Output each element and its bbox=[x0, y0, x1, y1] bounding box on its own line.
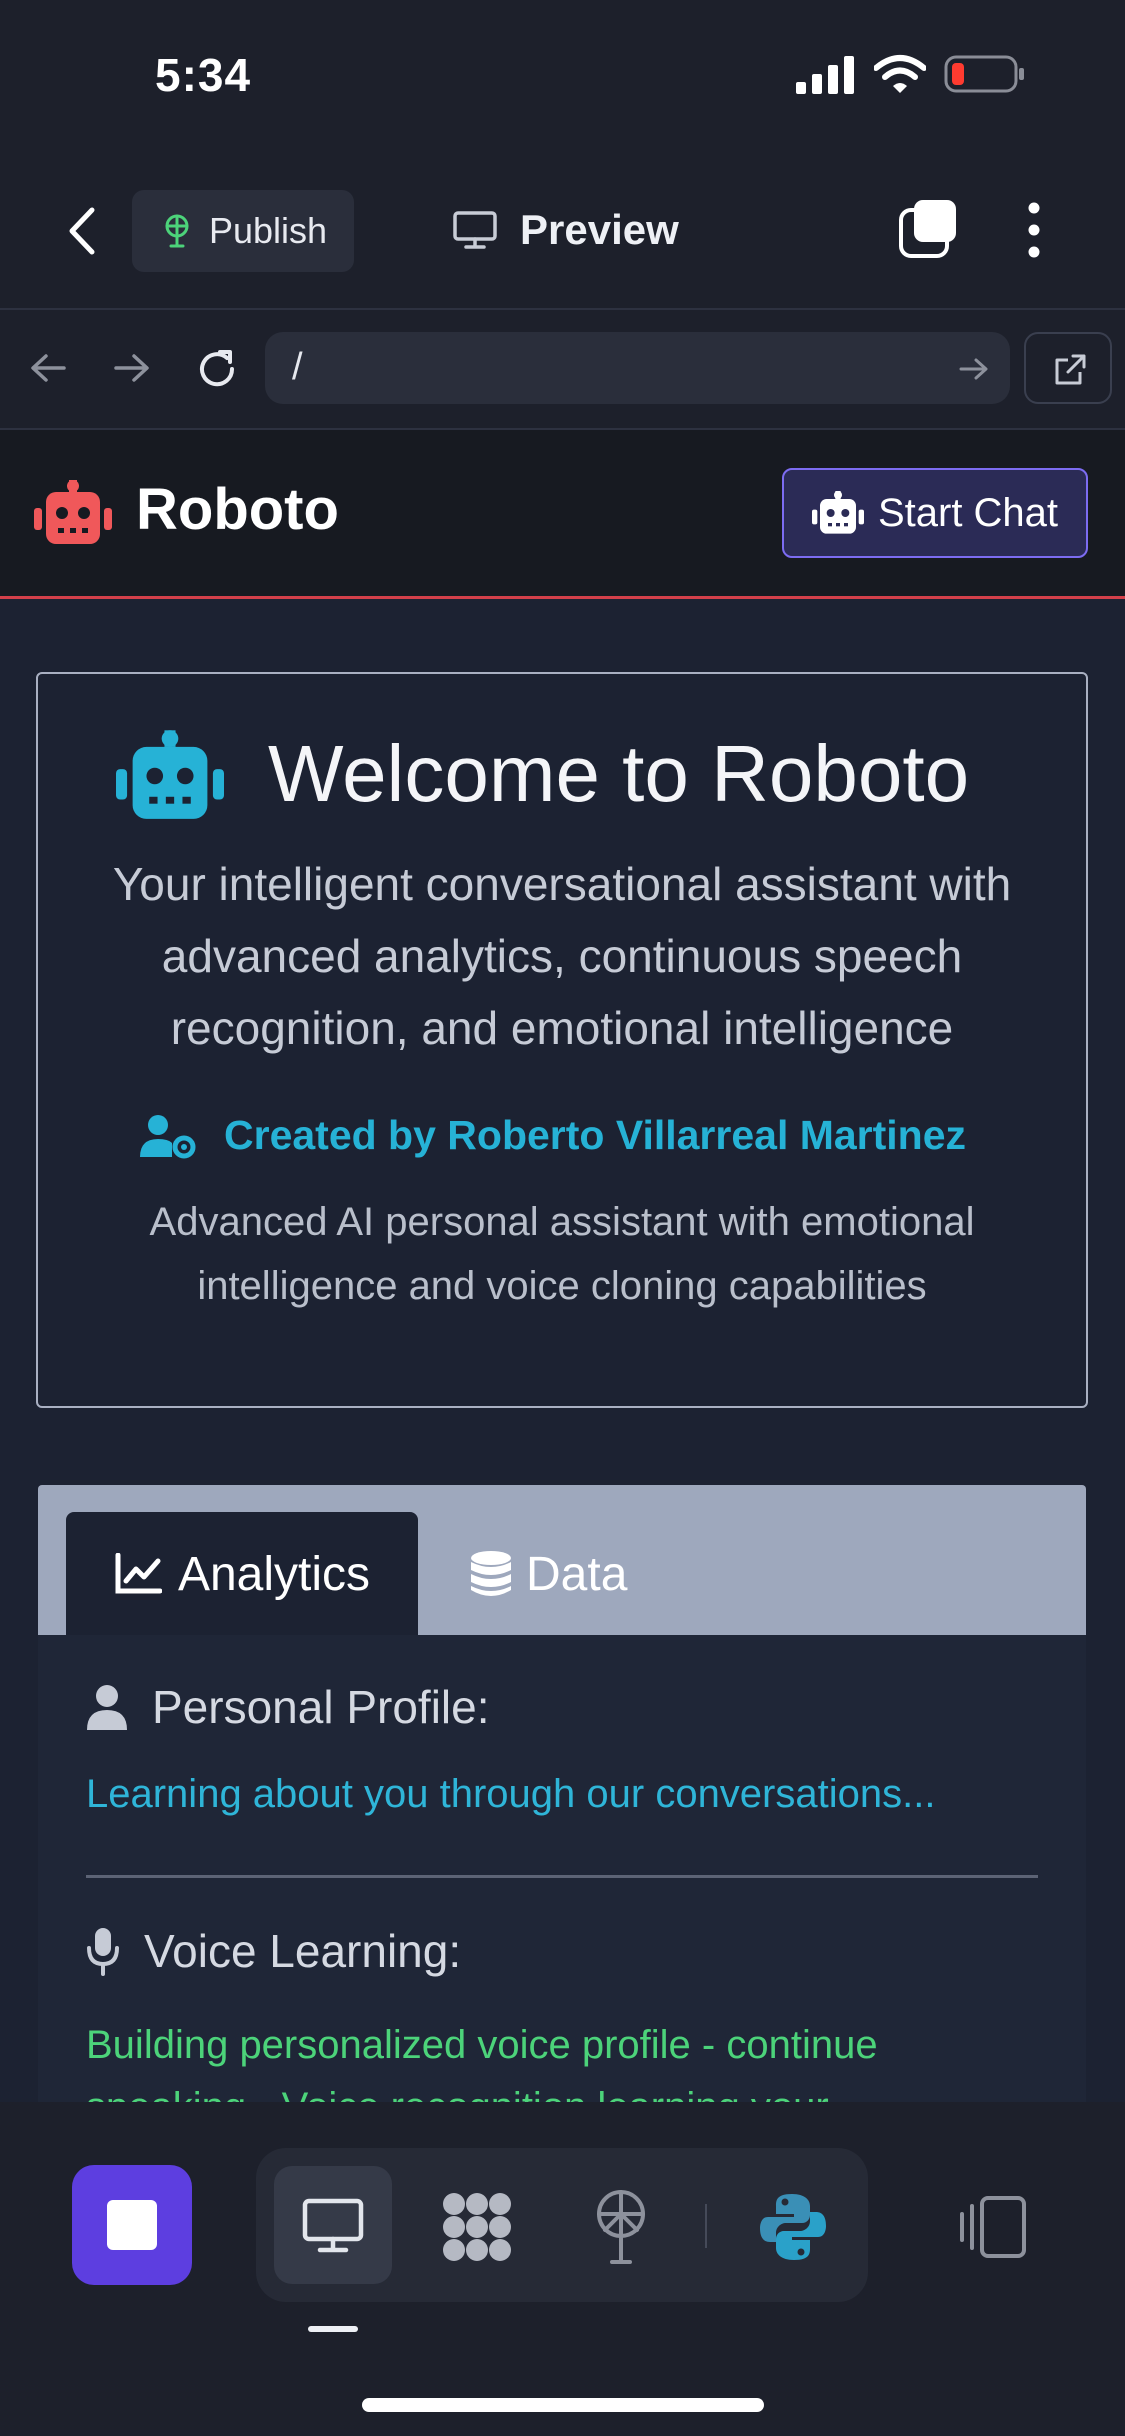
personal-profile-heading: Personal Profile: bbox=[86, 1680, 490, 1734]
preview-tab[interactable]: Preview bbox=[452, 198, 679, 262]
robot-icon bbox=[116, 730, 224, 819]
status-time: 5:34 bbox=[155, 49, 252, 101]
publish-button[interactable]: Publish bbox=[132, 190, 354, 272]
open-external-button[interactable] bbox=[1024, 332, 1112, 404]
reload-icon[interactable] bbox=[194, 346, 240, 392]
url-path: / bbox=[292, 346, 303, 388]
robot-icon bbox=[811, 491, 864, 534]
welcome-subtitle: Your intelligent conversational assistan… bbox=[112, 858, 1012, 1054]
voice-learning-title: Voice Learning: bbox=[144, 1925, 462, 1977]
wifi-icon bbox=[874, 55, 926, 93]
workflow-icon[interactable] bbox=[440, 2190, 514, 2264]
tab-data[interactable]: Data bbox=[470, 1532, 627, 1616]
tabs-icon[interactable] bbox=[898, 198, 960, 260]
arrow-right-small-icon[interactable] bbox=[958, 356, 990, 382]
voice-learning-heading: Voice Learning: bbox=[86, 1924, 461, 1978]
chevron-left-icon[interactable] bbox=[66, 206, 100, 256]
signal-icon bbox=[796, 56, 854, 94]
arrow-left-icon[interactable] bbox=[28, 352, 68, 384]
arrow-right-icon[interactable] bbox=[112, 352, 152, 384]
satellite-icon bbox=[165, 214, 189, 248]
welcome-title: Welcome to Roboto bbox=[268, 729, 970, 818]
selected-tool-indicator bbox=[308, 2326, 358, 2332]
personal-profile-title: Personal Profile: bbox=[152, 1681, 490, 1733]
start-chat-button[interactable]: Start Chat bbox=[782, 468, 1088, 558]
tab-data-label: Data bbox=[526, 1547, 628, 1601]
devices-icon[interactable] bbox=[958, 2196, 1028, 2258]
tab-analytics-label: Analytics bbox=[177, 1547, 371, 1601]
user-icon bbox=[87, 1685, 127, 1730]
tool-preview-button[interactable] bbox=[274, 2166, 392, 2284]
microphone-icon bbox=[87, 1928, 119, 1976]
creator-line: Created by Roberto Villarreal Martinez bbox=[140, 1112, 966, 1159]
deployments-icon[interactable] bbox=[590, 2190, 652, 2264]
stop-button[interactable] bbox=[72, 2165, 192, 2285]
brand-name: Roboto bbox=[136, 477, 339, 542]
kebab-menu-icon[interactable] bbox=[1024, 200, 1044, 260]
creator-description: Advanced AI personal assistant with emot… bbox=[149, 1200, 975, 1308]
stop-icon bbox=[107, 2200, 157, 2250]
section-divider bbox=[86, 1875, 1038, 1878]
personal-profile-text: Learning about you through our conversat… bbox=[86, 1772, 936, 1816]
chart-line-icon bbox=[115, 1553, 162, 1594]
database-icon bbox=[471, 1551, 511, 1596]
tab-analytics[interactable]: Analytics bbox=[66, 1512, 418, 1636]
battery-icon bbox=[944, 55, 1024, 93]
monitor-icon bbox=[302, 2198, 364, 2253]
home-indicator[interactable] bbox=[362, 2398, 764, 2412]
creator-name: Created by Roberto Villarreal Martinez bbox=[224, 1112, 967, 1158]
monitor-icon bbox=[453, 211, 497, 249]
robot-icon bbox=[34, 480, 112, 544]
publish-label: Publish bbox=[208, 210, 328, 251]
python-icon[interactable] bbox=[758, 2192, 828, 2262]
user-gear-icon bbox=[140, 1114, 196, 1158]
url-input[interactable] bbox=[265, 332, 1010, 404]
preview-label: Preview bbox=[520, 206, 679, 253]
tool-separator bbox=[705, 2204, 707, 2248]
external-link-icon bbox=[1055, 354, 1086, 385]
start-chat-label: Start Chat bbox=[877, 490, 1059, 535]
